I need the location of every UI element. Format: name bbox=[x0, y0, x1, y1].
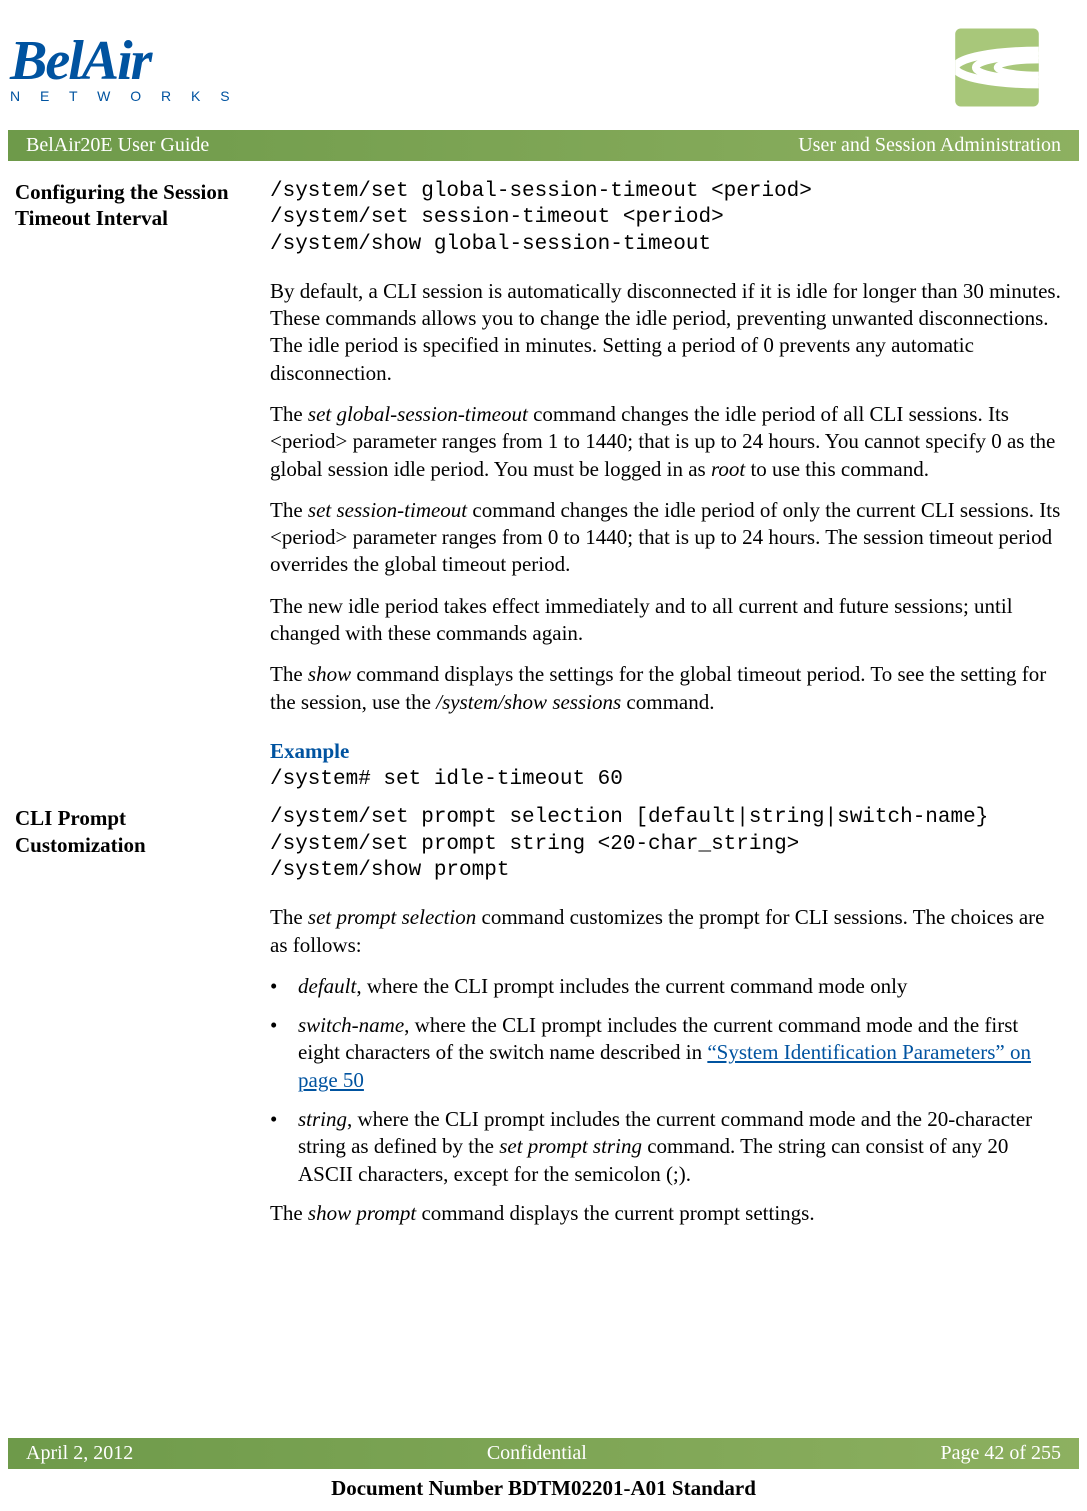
prompt-p2: The show prompt command displays the cur… bbox=[270, 1200, 1062, 1227]
logo-belair: BelAir N E T W O R K S bbox=[10, 36, 238, 104]
bullet-icon: • bbox=[270, 973, 298, 1000]
doc-number: Document Number BDTM02201-A01 Standard bbox=[0, 1476, 1087, 1501]
section-timeout-label: Configuring the Session Timeout Interval bbox=[15, 179, 270, 797]
footer-bar: April 2, 2012 Confidential Page 42 of 25… bbox=[8, 1438, 1079, 1469]
bullet-icon: • bbox=[270, 1106, 298, 1188]
title-right: User and Session Administration bbox=[798, 134, 1061, 157]
example-heading: Example bbox=[270, 738, 1062, 765]
title-bar: BelAir20E User Guide User and Session Ad… bbox=[8, 130, 1079, 161]
list-item: • string, where the CLI prompt includes … bbox=[270, 1106, 1062, 1188]
timeout-p3: The set session-timeout command changes … bbox=[270, 497, 1062, 579]
example-code: /system# set idle-timeout 60 bbox=[270, 767, 1062, 793]
timeout-p5: The show command displays the settings f… bbox=[270, 661, 1062, 716]
bullet-icon: • bbox=[270, 1012, 298, 1094]
prompt-bullets: • default, where the CLI prompt includes… bbox=[270, 973, 1062, 1188]
section-timeout: Configuring the Session Timeout Interval… bbox=[15, 179, 1062, 797]
footer-page: Page 42 of 255 bbox=[940, 1442, 1061, 1465]
timeout-p1: By default, a CLI session is automatical… bbox=[270, 278, 1062, 387]
timeout-p4: The new idle period takes effect immedia… bbox=[270, 593, 1062, 648]
section-prompt-body: /system/set prompt selection [default|st… bbox=[270, 805, 1062, 1241]
timeout-p2: The set global-session-timeout command c… bbox=[270, 401, 1062, 483]
list-item: • default, where the CLI prompt includes… bbox=[270, 973, 1062, 1000]
timeout-code: /system/set global-session-timeout <peri… bbox=[270, 179, 1062, 258]
title-left: BelAir20E User Guide bbox=[26, 134, 209, 157]
footer-confidential: Confidential bbox=[487, 1442, 587, 1465]
logo-swoosh-icon bbox=[932, 20, 1062, 120]
logo-sub-text: N E T W O R K S bbox=[10, 88, 238, 104]
section-prompt: CLI Prompt Customization /system/set pro… bbox=[15, 805, 1062, 1241]
list-item: • switch-name, where the CLI prompt incl… bbox=[270, 1012, 1062, 1094]
prompt-code: /system/set prompt selection [default|st… bbox=[270, 805, 1062, 884]
logo-main-text: BelAir bbox=[10, 36, 238, 86]
footer-date: April 2, 2012 bbox=[26, 1442, 133, 1465]
section-prompt-label: CLI Prompt Customization bbox=[15, 805, 270, 1241]
page-header: BelAir N E T W O R K S bbox=[0, 0, 1087, 130]
prompt-p1: The set prompt selection command customi… bbox=[270, 904, 1062, 959]
section-timeout-body: /system/set global-session-timeout <peri… bbox=[270, 179, 1062, 797]
content-area: Configuring the Session Timeout Interval… bbox=[0, 161, 1087, 1241]
